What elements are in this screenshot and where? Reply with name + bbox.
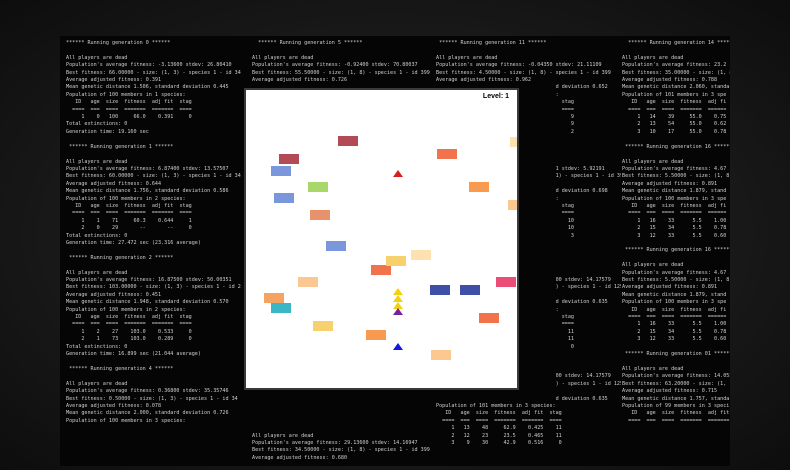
color-block — [274, 193, 294, 203]
color-block — [271, 303, 291, 313]
log-column-1: ****** Running generation 0 ****** All p… — [66, 40, 251, 466]
player-agent-icon — [393, 170, 403, 177]
color-block — [371, 265, 391, 275]
color-block — [366, 330, 386, 340]
log-text: ****** Running generation 0 ****** All p… — [66, 40, 241, 424]
player-agent-icon — [393, 288, 403, 295]
level-indicator: Level: 1 — [482, 93, 509, 100]
color-block — [431, 350, 451, 360]
color-block — [508, 200, 517, 210]
color-block — [430, 285, 450, 295]
color-block — [298, 277, 318, 287]
color-block — [460, 285, 480, 295]
player-agent-icon — [393, 343, 403, 350]
color-block — [496, 277, 516, 287]
color-block — [518, 227, 519, 237]
color-block — [338, 136, 358, 146]
color-block — [271, 166, 291, 176]
color-block — [386, 256, 406, 266]
log-text: ****** Running generation 14 ****** All … — [622, 40, 730, 424]
color-block — [479, 313, 499, 323]
color-block — [264, 293, 284, 303]
color-block — [279, 154, 299, 164]
color-block — [518, 240, 519, 250]
play-area[interactable] — [246, 90, 517, 388]
color-block — [308, 182, 328, 192]
color-block — [313, 321, 333, 331]
color-block — [326, 241, 346, 251]
game-window[interactable]: Level: 1 — [244, 88, 519, 390]
player-agent-icon — [393, 295, 403, 302]
color-block — [510, 137, 517, 147]
color-block — [469, 182, 489, 192]
player-agent-icon — [393, 308, 403, 315]
log-column-4: ****** Running generation 14 ****** All … — [622, 40, 730, 466]
color-block — [310, 210, 330, 220]
color-block — [437, 149, 457, 159]
color-block — [411, 250, 431, 260]
